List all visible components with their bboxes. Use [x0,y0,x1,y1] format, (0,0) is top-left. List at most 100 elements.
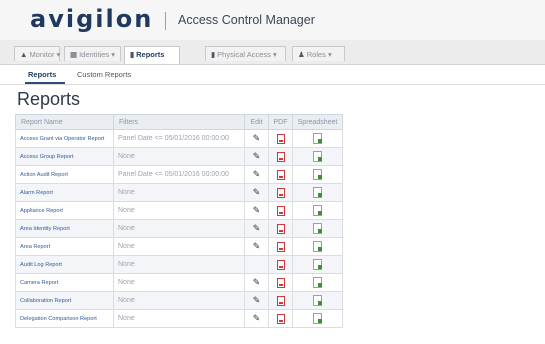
table-row: Camera Report None ✎ [15,273,343,292]
monitor-icon: ▲ [20,50,28,59]
edit-cell [244,255,269,274]
table-row: Access Grant via Operator Report Panel Da… [15,129,343,148]
pdf-cell [268,309,293,328]
spreadsheet-icon[interactable] [313,205,322,216]
report-name-link[interactable]: Area Report [15,237,114,256]
report-filter: None [113,201,245,220]
pencil-icon[interactable]: ✎ [253,151,261,161]
edit-cell: ✎ [244,237,269,256]
spreadsheet-icon[interactable] [313,241,322,252]
table-row: Collaboration Report None ✎ [15,291,343,310]
table-row: Appliance Report None ✎ [15,201,343,220]
app-title: Access Control Manager [178,13,315,27]
column-header-edit: Edit [244,114,269,130]
table-row: Audit Log Report None [15,255,343,274]
pencil-icon[interactable]: ✎ [253,187,261,197]
identities-icon: ▦ [70,50,78,59]
spreadsheet-icon[interactable] [313,295,322,306]
spreadsheet-cell [292,183,343,202]
pdf-icon[interactable] [276,169,285,180]
pencil-icon[interactable]: ✎ [253,223,261,233]
spreadsheet-icon[interactable] [313,151,322,162]
report-name-link[interactable]: Appliance Report [15,201,114,220]
spreadsheet-cell [292,129,343,148]
spreadsheet-icon[interactable] [313,223,322,234]
reports-table: Report Name Filters Edit PDF Spreadsheet… [15,114,343,328]
tab-physical-access[interactable]: ▮ Physical Access ▾ [205,46,286,61]
tab-monitor-label: Monitor [29,50,55,59]
pencil-icon[interactable]: ✎ [253,277,261,287]
pdf-icon[interactable] [276,151,285,162]
table-row: Access Group Report None ✎ [15,147,343,166]
subtab-custom-reports[interactable]: Custom Reports [77,70,131,79]
spreadsheet-icon[interactable] [313,133,322,144]
page-title: Reports [17,89,81,109]
subtab-reports[interactable]: Reports [28,70,56,79]
spreadsheet-cell [292,255,343,274]
edit-cell: ✎ [244,219,269,238]
pdf-cell [268,219,293,238]
report-name-link[interactable]: Camera Report [15,273,114,292]
spreadsheet-icon[interactable] [313,259,322,270]
spreadsheet-cell [292,309,343,328]
tab-roles-label: Roles [306,50,326,59]
pdf-icon[interactable] [276,259,285,270]
spreadsheet-icon[interactable] [313,169,322,180]
report-name-link[interactable]: Audit Log Report [15,255,114,274]
table-row: Action Audit Report Panel Date <= 05/01/2… [15,165,343,184]
chevron-down-icon: ▾ [111,50,115,59]
edit-cell: ✎ [244,183,269,202]
column-header-spreadsheet: Spreadsheet [292,114,343,130]
report-filter: None [113,147,245,166]
spreadsheet-icon[interactable] [313,277,322,288]
column-header-filters[interactable]: Filters [113,114,245,130]
spreadsheet-cell [292,219,343,238]
edit-cell: ✎ [244,147,269,166]
tab-reports[interactable]: ▮ Reports [124,46,180,64]
report-filter: None [113,219,245,238]
report-name-link[interactable]: Area Identity Report [15,219,114,238]
report-name-link[interactable]: Collaboration Report [15,291,114,310]
pencil-icon[interactable]: ✎ [253,313,261,323]
tab-monitor[interactable]: ▲ Monitor ▾ [14,46,60,61]
spreadsheet-icon[interactable] [313,187,322,198]
table-row: Area Report None ✎ [15,237,343,256]
avigilon-logo[interactable]: avigilon [30,4,153,34]
pencil-icon[interactable]: ✎ [253,169,261,179]
edit-cell: ✎ [244,165,269,184]
tab-identities[interactable]: ▦ Identities ▾ [64,46,121,61]
pdf-icon[interactable] [276,295,285,306]
pencil-icon[interactable]: ✎ [253,205,261,215]
edit-cell: ✎ [244,291,269,310]
pdf-icon[interactable] [276,313,285,324]
app-header: avigilon Access Control Manager [0,0,545,40]
report-name-link[interactable]: Alarm Report [15,183,114,202]
column-header-report-name[interactable]: Report Name [15,114,114,130]
pencil-icon[interactable]: ✎ [253,133,261,143]
table-header-row: Report Name Filters Edit PDF Spreadsheet [15,114,343,130]
pdf-icon[interactable] [276,187,285,198]
pdf-icon[interactable] [276,241,285,252]
column-header-pdf: PDF [268,114,293,130]
pencil-icon[interactable]: ✎ [253,241,261,251]
report-name-link[interactable]: Action Audit Report [15,165,114,184]
report-filter: None [113,237,245,256]
pdf-icon[interactable] [276,205,285,216]
pdf-cell [268,237,293,256]
pdf-icon[interactable] [276,133,285,144]
users-icon: ♟ [298,50,305,59]
pencil-icon[interactable]: ✎ [253,295,261,305]
pdf-cell [268,165,293,184]
tab-reports-label: Reports [136,50,165,59]
pdf-cell [268,291,293,310]
report-name-link[interactable]: Delegation Comparison Report [15,309,114,328]
report-name-link[interactable]: Access Grant via Operator Report [15,129,114,148]
spreadsheet-icon[interactable] [313,313,322,324]
pdf-icon[interactable] [276,277,285,288]
report-filter: None [113,309,245,328]
main-nav: ▲ Monitor ▾ ▦ Identities ▾ ▮ Reports ▮ Physi… [0,40,545,65]
tab-roles[interactable]: ♟ Roles ▾ [292,46,345,61]
pdf-icon[interactable] [276,223,285,234]
header-divider [165,12,166,30]
report-name-link[interactable]: Access Group Report [15,147,114,166]
